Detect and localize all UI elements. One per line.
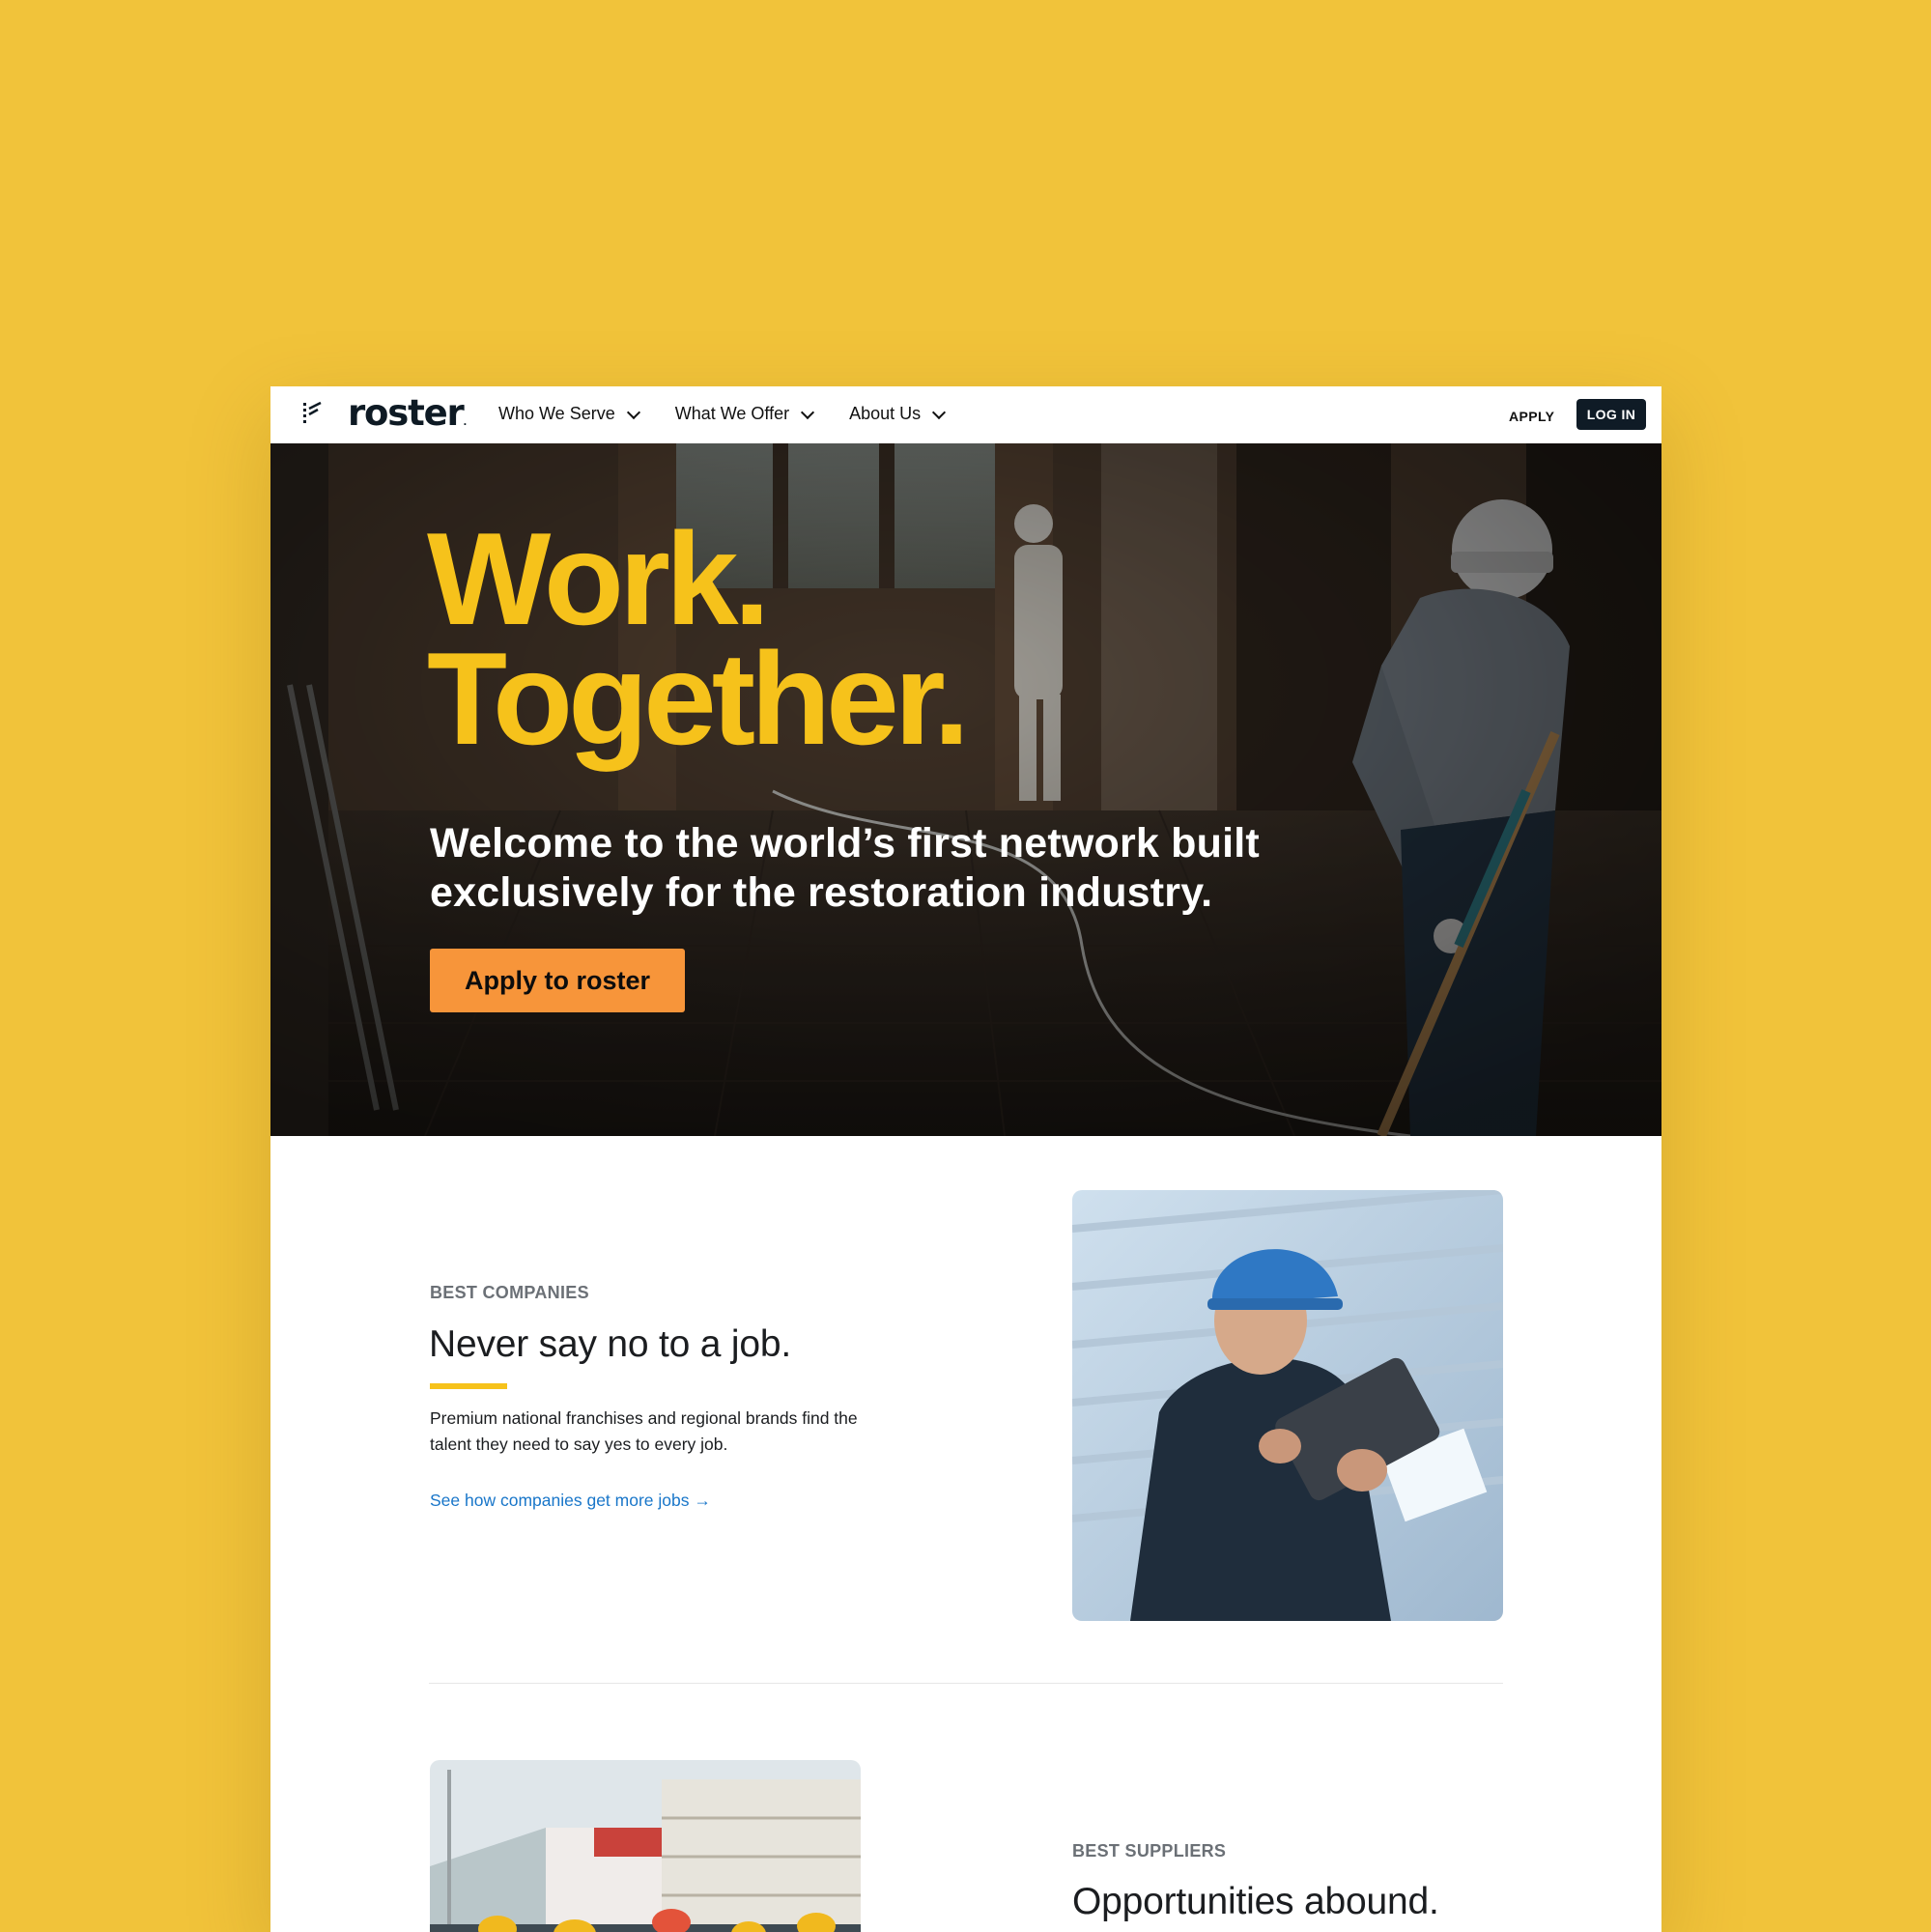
chevron-down-icon — [626, 405, 640, 419]
hero-headline: Work. Together. — [427, 505, 970, 772]
crew-street-photo — [430, 1760, 861, 1932]
worker-with-tablet-photo — [1072, 1190, 1503, 1621]
apply-link[interactable]: APPLY — [1509, 409, 1554, 424]
apply-to-roster-button[interactable]: Apply to roster — [430, 949, 685, 1012]
hero-subtitle: Welcome to the world’s first network bui… — [430, 820, 1260, 916]
hero-headline-line2: Together. — [427, 625, 970, 772]
hero-section: Work. Together. Welcome to the world’s f… — [270, 443, 1661, 1136]
roster-logo-mark[interactable] — [301, 400, 323, 429]
chevron-down-icon — [932, 405, 947, 419]
login-button[interactable]: LOG IN — [1576, 399, 1646, 430]
menu-about-us[interactable]: About Us — [849, 404, 947, 424]
companies-link[interactable]: See how companies get more jobs → — [430, 1491, 711, 1511]
suppliers-title: Opportunities abound. — [1072, 1881, 1439, 1922]
top-navigation: roster. Who We Serve What We Offer About… — [270, 386, 1661, 443]
menu-label: What We Offer — [674, 404, 790, 423]
main-menu: Who We Serve What We Offer About Us — [498, 404, 980, 424]
suppliers-eyebrow: BEST SUPPLIERS — [1072, 1841, 1227, 1861]
menu-who-we-serve[interactable]: Who We Serve — [498, 404, 640, 424]
chevron-down-icon — [801, 405, 815, 419]
menu-label: Who We Serve — [498, 404, 615, 423]
companies-title: Never say no to a job. — [429, 1323, 791, 1365]
accent-bar — [430, 1383, 507, 1389]
companies-body: Premium national franchises and regional… — [430, 1408, 858, 1454]
section-divider — [429, 1683, 1503, 1684]
browser-window: roster. Who We Serve What We Offer About… — [270, 386, 1661, 1932]
menu-what-we-offer[interactable]: What We Offer — [674, 404, 815, 424]
menu-label: About Us — [849, 404, 922, 423]
companies-eyebrow: BEST COMPANIES — [430, 1283, 589, 1302]
hero-headline-line1: Work. — [427, 505, 770, 652]
roster-logo-wordmark[interactable]: roster. — [348, 392, 467, 434]
